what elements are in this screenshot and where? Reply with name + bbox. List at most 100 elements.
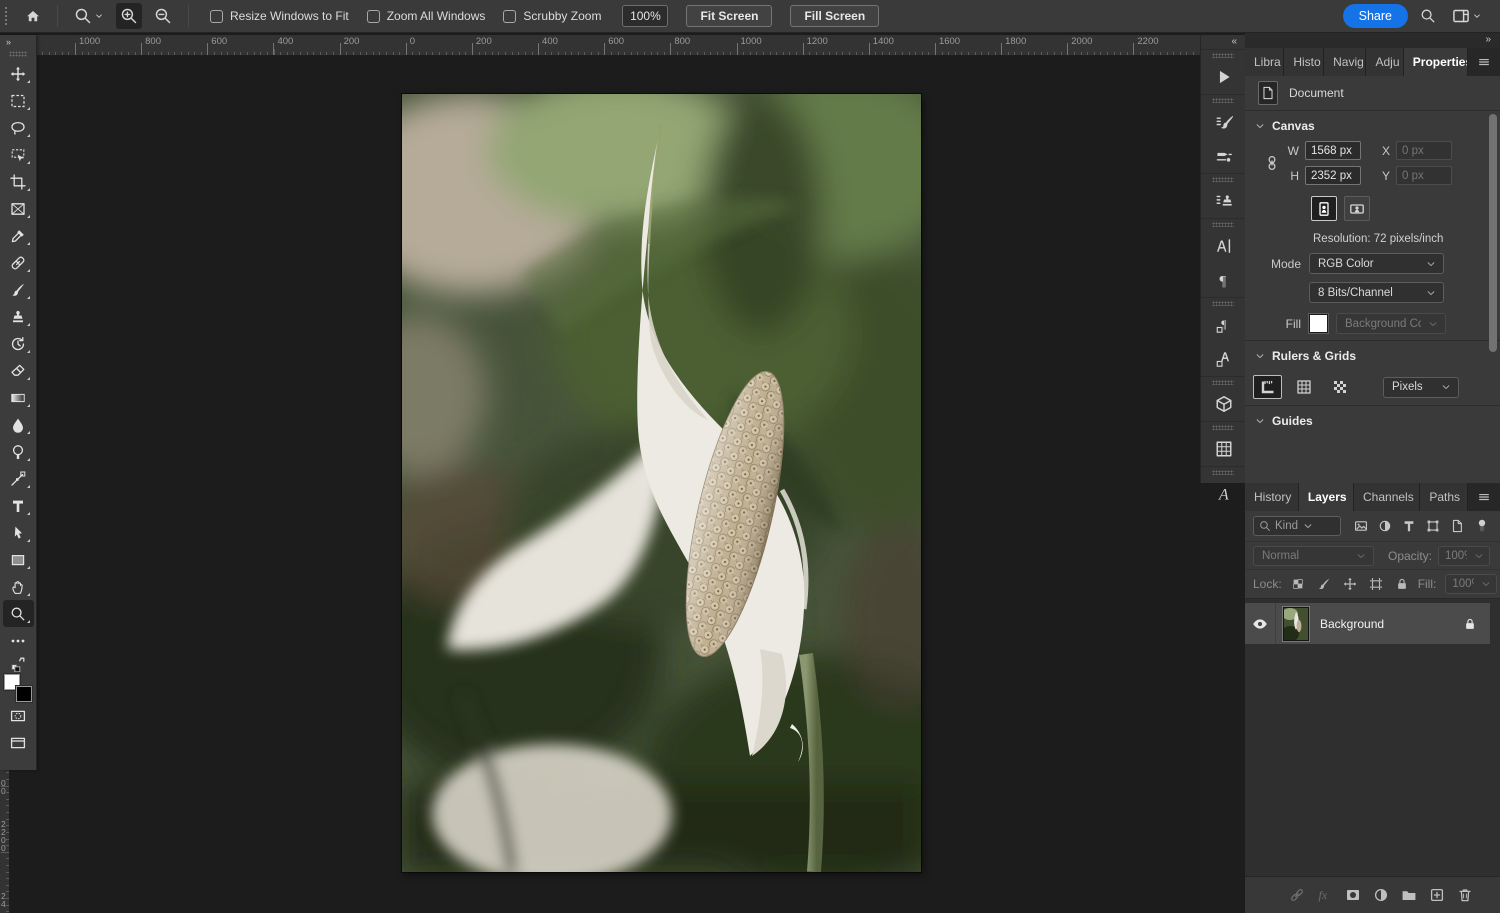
- lock-pixels-icon[interactable]: [1317, 577, 1331, 591]
- panel-group-grip[interactable]: [1212, 53, 1234, 58]
- panel-group-grip[interactable]: [1212, 222, 1234, 227]
- history-brush-tool[interactable]: [3, 330, 34, 357]
- panel-button-glyphs[interactable]: A: [1201, 477, 1246, 511]
- layer-name[interactable]: Background: [1320, 617, 1384, 631]
- tab-layers[interactable]: Layers: [1299, 483, 1354, 511]
- panel-button-character[interactable]: [1201, 229, 1246, 263]
- pen-tool[interactable]: [3, 465, 34, 492]
- scrollbar-thumb[interactable]: [1489, 114, 1497, 352]
- panel-button-pattern-preview[interactable]: [1201, 432, 1246, 466]
- move-tool[interactable]: [3, 60, 34, 87]
- tab-channels[interactable]: Channels: [1354, 483, 1420, 511]
- adjustment-layer-button[interactable]: [1373, 887, 1389, 903]
- mode-select[interactable]: RGB Color: [1309, 253, 1444, 274]
- layer-thumbnail[interactable]: [1283, 607, 1309, 641]
- lock-position-icon[interactable]: [1343, 577, 1357, 591]
- panel-group-grip[interactable]: [1212, 301, 1234, 306]
- path-selection-tool[interactable]: [3, 519, 34, 546]
- strip-collapse-button[interactable]: «: [1201, 35, 1245, 49]
- panel-button-brush-settings[interactable]: [1201, 105, 1246, 139]
- layer-row-background[interactable]: Background: [1245, 603, 1490, 644]
- lasso-tool[interactable]: [3, 114, 34, 141]
- tab-histo[interactable]: Histo: [1284, 48, 1324, 76]
- zoom-out-button[interactable]: [150, 3, 176, 29]
- blur-tool[interactable]: [3, 411, 34, 438]
- panel-menu-button[interactable]: [1468, 483, 1500, 511]
- layer-visibility-toggle[interactable]: [1245, 603, 1276, 644]
- orientation-portrait-button[interactable]: [1311, 196, 1337, 221]
- quick-mask-button[interactable]: [3, 702, 34, 729]
- screen-mode-button[interactable]: [3, 729, 34, 756]
- shape-filter-icon[interactable]: [1426, 519, 1440, 533]
- crop-tool[interactable]: [3, 168, 34, 195]
- canvas-width-input[interactable]: 1568 px: [1305, 141, 1361, 160]
- tab-paths[interactable]: Paths: [1420, 483, 1468, 511]
- lock-artboard-icon[interactable]: [1369, 577, 1383, 591]
- checkbox-box[interactable]: [503, 10, 516, 23]
- layer-lock-icon[interactable]: [1463, 617, 1477, 631]
- panel-button-paragraph[interactable]: ¶: [1201, 263, 1246, 297]
- toggle-pixel-grid-button[interactable]: [1325, 375, 1354, 399]
- frame-tool[interactable]: [3, 195, 34, 222]
- smart-object-filter-icon[interactable]: [1450, 519, 1464, 533]
- toolbar-collapse-button[interactable]: »: [0, 35, 36, 50]
- fill-screen-button[interactable]: Fill Screen: [790, 5, 879, 27]
- layer-effects-button[interactable]: fx: [1317, 887, 1333, 903]
- panel-button-3d-materials[interactable]: [1201, 387, 1246, 421]
- layer-mask-button[interactable]: [1345, 887, 1361, 903]
- tab-adju[interactable]: Adju: [1366, 48, 1403, 76]
- new-group-button[interactable]: [1401, 887, 1417, 903]
- checkbox-zoom-all-windows[interactable]: Zoom All Windows: [367, 9, 486, 23]
- checkbox-box[interactable]: [367, 10, 380, 23]
- share-button[interactable]: Share: [1343, 4, 1408, 28]
- checkbox-resize-windows-to-fit[interactable]: Resize Windows to Fit: [210, 9, 349, 23]
- workspace-switcher[interactable]: [1448, 3, 1486, 29]
- zoom-in-button[interactable]: [116, 3, 142, 29]
- tab-history[interactable]: History: [1245, 483, 1299, 511]
- gradient-tool[interactable]: [3, 384, 34, 411]
- object-selection-tool[interactable]: [3, 141, 34, 168]
- zoom-level-input[interactable]: 100%: [622, 5, 668, 27]
- background-color-swatch[interactable]: [16, 686, 32, 702]
- panel-group-grip[interactable]: [1212, 98, 1234, 103]
- panel-group-grip[interactable]: [1212, 380, 1234, 385]
- ruler-horizontal[interactable]: 1000800600400200020040060080010001200140…: [0, 35, 1200, 56]
- ruler-unit-select[interactable]: Pixels: [1383, 377, 1459, 398]
- filter-toggle-icon[interactable]: [1474, 518, 1490, 534]
- lock-transparency-icon[interactable]: [1291, 577, 1305, 591]
- clone-stamp-tool[interactable]: [3, 303, 34, 330]
- toolbar-grip[interactable]: [9, 51, 27, 57]
- color-swatches[interactable]: [4, 674, 32, 702]
- panel-group-grip[interactable]: [1212, 177, 1234, 182]
- swap-colors-icon[interactable]: [10, 656, 26, 672]
- zoom-tool-preset[interactable]: [70, 3, 108, 29]
- link-dimensions-icon[interactable]: [1259, 141, 1285, 185]
- more-options-tool[interactable]: [3, 627, 34, 654]
- hand-tool[interactable]: [3, 573, 34, 600]
- home-button[interactable]: [21, 4, 45, 28]
- panel-button-actions[interactable]: [1201, 60, 1246, 94]
- adjustment-filter-icon[interactable]: [1378, 519, 1392, 533]
- toggle-rulers-button[interactable]: [1253, 375, 1282, 399]
- fit-screen-button[interactable]: Fit Screen: [686, 5, 772, 27]
- canvas-height-input[interactable]: 2352 px: [1305, 166, 1361, 185]
- rulers-grids-section-header[interactable]: Rulers & Grids: [1245, 341, 1500, 371]
- kind-filter-select[interactable]: Kind: [1253, 516, 1341, 536]
- dodge-tool[interactable]: [3, 438, 34, 465]
- tab-properties[interactable]: Properties: [1404, 48, 1468, 76]
- lock-all-icon[interactable]: [1395, 577, 1409, 591]
- tab-libra[interactable]: Libra: [1245, 48, 1284, 76]
- new-layer-button[interactable]: [1429, 887, 1445, 903]
- checkbox-scrubby-zoom[interactable]: Scrubby Zoom: [503, 9, 601, 23]
- panel-button-character-styles[interactable]: [1201, 342, 1246, 376]
- canvas-section-header[interactable]: Canvas: [1245, 111, 1500, 141]
- type-tool[interactable]: [3, 492, 34, 519]
- checkbox-box[interactable]: [210, 10, 223, 23]
- toggle-grid-button[interactable]: [1289, 375, 1318, 399]
- fill-color-swatch[interactable]: [1309, 314, 1328, 333]
- guides-section-header[interactable]: Guides: [1245, 406, 1500, 436]
- panel-group-grip[interactable]: [1212, 425, 1234, 430]
- type-filter-icon[interactable]: [1402, 519, 1416, 533]
- tab-navig[interactable]: Navig: [1324, 48, 1366, 76]
- panel-menu-button[interactable]: [1468, 48, 1500, 76]
